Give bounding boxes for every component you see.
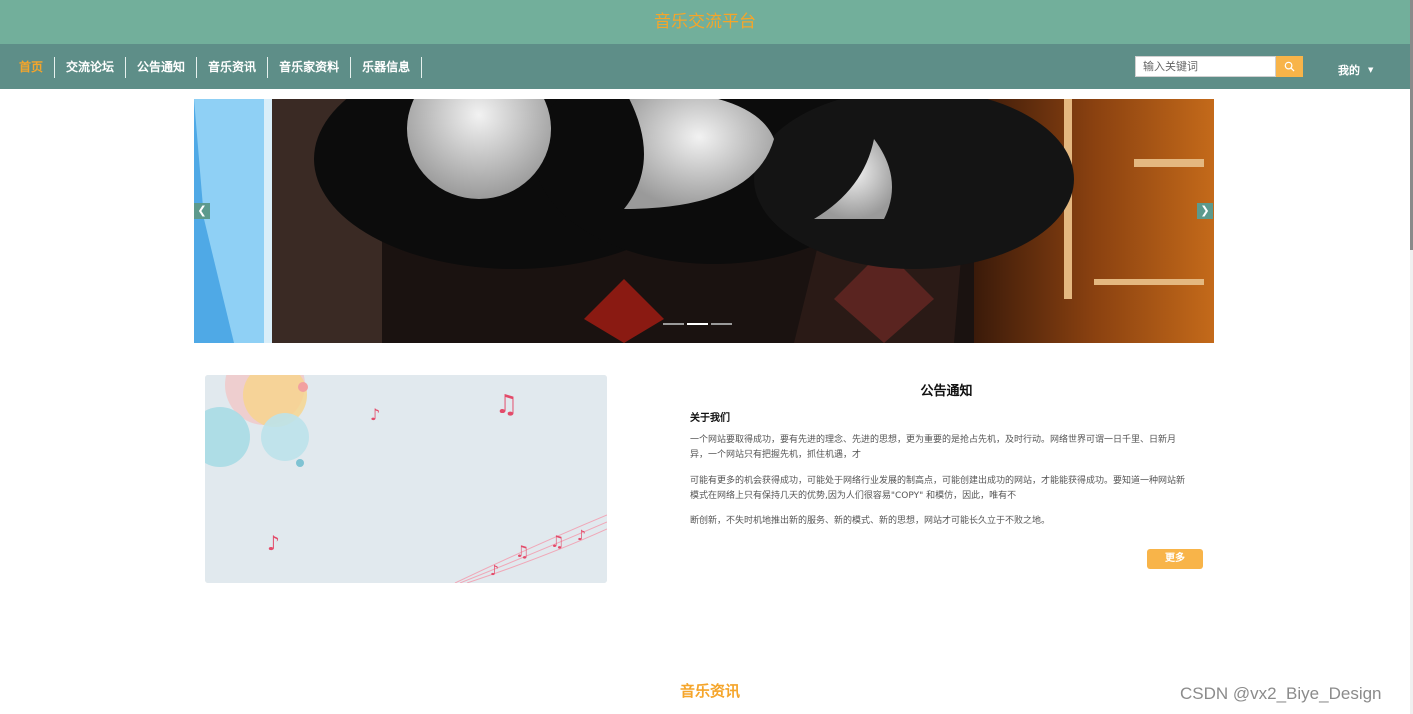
user-menu[interactable]: 我的 ▼ [1338,62,1373,78]
notice-title: 公告通知 [920,384,973,399]
svg-text:♪: ♪ [490,563,499,579]
search-button[interactable] [1276,56,1303,77]
svg-text:♪: ♪ [267,531,280,555]
site-header: 音乐交流平台 [0,0,1410,44]
notice-paragraph: 一个网站要取得成功，要有先进的理念、先进的思想，更为重要的是抢占先机，及时行动。… [690,435,1177,460]
notice-paragraph: 可能有更多的机会获得成功，可能处于网络行业发展的制高点，可能创建出成功的网站，才… [690,476,1186,501]
search-icon [1284,61,1295,72]
music-notes-illustration: ♫ ♪ ♪ ♫ ♫ ♪ ♪ [205,375,607,583]
carousel-dot-1[interactable] [663,323,684,325]
watermark: CSDN @vx2_Biye_Design [1180,684,1382,703]
banner-image [194,99,1214,343]
search-box [1135,56,1303,77]
svg-text:♫: ♫ [495,390,518,420]
svg-text:♫: ♫ [515,542,529,561]
main-nav: 首页 交流论坛 公告通知 音乐资讯 音乐家资料 乐器信息 我的 ▼ [0,44,1410,89]
chevron-left-icon: ❮ [197,204,207,217]
search-input[interactable] [1135,56,1276,77]
svg-text:♫: ♫ [550,532,564,551]
nav-item-music-news[interactable]: 音乐资讯 [197,57,269,78]
about-heading: 关于我们 [690,413,730,424]
notice-paragraph: 断创新，不失时机地推出新的服务、新的模式、新的思想，网站才可能长久立于不败之地。 [690,516,1051,526]
carousel-next-button[interactable]: ❯ [1197,203,1213,219]
carousel-dot-3[interactable] [711,323,732,325]
section-title-music-news: 音乐资讯 [679,682,740,700]
chevron-right-icon: ❯ [1200,204,1210,217]
carousel-prev-button[interactable]: ❮ [194,203,210,219]
nav-item-musicians[interactable]: 音乐家资料 [268,57,352,78]
caret-down-icon: ▼ [1368,66,1374,74]
user-menu-label: 我的 [1338,64,1360,77]
carousel-indicators [663,323,732,325]
banner-carousel[interactable]: ❮ ❯ [194,99,1214,343]
more-button[interactable]: 更多 [1147,549,1203,569]
nav-item-home[interactable]: 首页 [8,57,56,78]
nav-item-instruments[interactable]: 乐器信息 [351,57,423,78]
site-title: 音乐交流平台 [654,12,756,32]
nav-item-forum[interactable]: 交流论坛 [55,57,127,78]
svg-text:♪: ♪ [577,528,586,544]
about-image: ♫ ♪ ♪ ♫ ♫ ♪ ♪ [205,375,607,583]
nav-item-notice[interactable]: 公告通知 [126,57,198,78]
nav-menu: 首页 交流论坛 公告通知 音乐资讯 音乐家资料 乐器信息 [8,57,423,78]
svg-text:♪: ♪ [370,405,380,424]
carousel-dot-2[interactable] [687,323,708,325]
